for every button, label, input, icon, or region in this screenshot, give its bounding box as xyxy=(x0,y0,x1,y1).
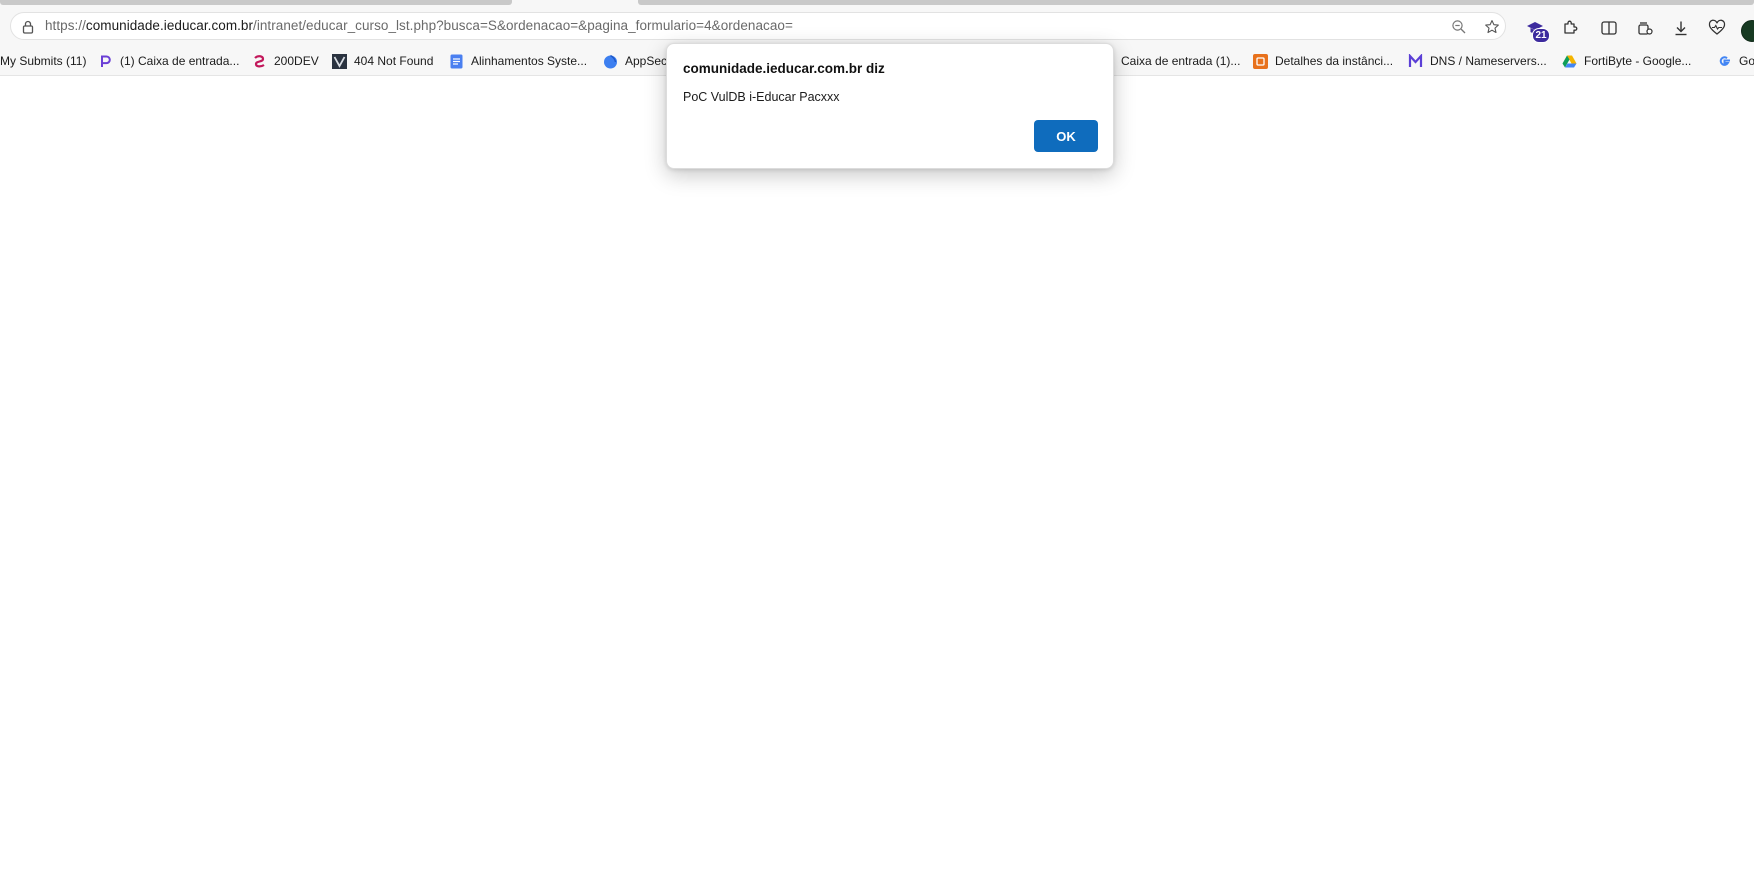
orange-square-icon xyxy=(1253,53,1268,69)
bookmark-label: Detalhes da instânci... xyxy=(1275,54,1394,68)
url-path: /intranet/educar_curso_lst.php?busca=S&o… xyxy=(253,18,793,33)
tab-inactive[interactable] xyxy=(638,0,1754,5)
appsec-drop-icon xyxy=(603,54,618,69)
bookmark-item[interactable]: FortiByte - Google... xyxy=(1562,46,1691,76)
profile-avatar[interactable] xyxy=(1741,20,1754,42)
bookmark-item[interactable]: My Submits (11) xyxy=(0,46,86,76)
google-g-icon xyxy=(1717,54,1732,69)
bookmark-item[interactable]: Goo xyxy=(1717,46,1754,76)
ok-button[interactable]: OK xyxy=(1034,120,1098,152)
bookmark-item[interactable]: Detalhes da instânci... xyxy=(1253,46,1393,76)
bookmark-label: Goo xyxy=(1739,54,1754,68)
200dev-logo-icon xyxy=(252,54,267,69)
bookmark-label: Alinhamentos Syste... xyxy=(471,54,588,68)
bookmark-item[interactable]: AppSec xyxy=(603,46,667,76)
bookmark-label: (1) Caixa de entrada... xyxy=(120,54,240,68)
bookmark-item[interactable]: Caixa de entrada (1)... xyxy=(1121,46,1240,76)
bookmark-label: DNS / Nameservers... xyxy=(1430,54,1547,68)
url-host: comunidade.ieducar.com.br xyxy=(85,18,254,33)
address-bar[interactable]: https://comunidade.ieducar.com.br/intran… xyxy=(10,12,1506,40)
bookmark-item[interactable]: (1) Caixa de entrada... xyxy=(98,46,239,76)
bookmark-label: FortiByte - Google... xyxy=(1584,54,1692,68)
bookmark-item[interactable]: Alinhamentos Syste... xyxy=(449,46,587,76)
alert-dialog: comunidade.ieducar.com.br diz PoC VulDB … xyxy=(666,43,1114,169)
site-info-lock-icon[interactable] xyxy=(20,19,36,35)
bookmark-label: 200DEV xyxy=(274,54,319,68)
dialog-title: comunidade.ieducar.com.br diz xyxy=(683,61,885,76)
bookmark-item[interactable]: DNS / Nameservers... xyxy=(1408,46,1547,76)
split-screen-icon[interactable] xyxy=(1600,19,1618,37)
extension-badge: 21 xyxy=(1532,28,1550,43)
url-text[interactable]: https://comunidade.ieducar.com.br/intran… xyxy=(45,18,793,34)
v-logo-icon xyxy=(332,53,347,69)
downloads-icon[interactable] xyxy=(1672,19,1690,37)
collections-icon[interactable] xyxy=(1636,19,1654,37)
bookmark-item[interactable]: 404 Not Found xyxy=(332,46,433,76)
extensions-puzzle-icon[interactable] xyxy=(1561,19,1579,37)
bookmark-label: AppSec xyxy=(625,54,668,68)
google-drive-icon xyxy=(1562,54,1577,69)
tab-inactive[interactable] xyxy=(0,0,512,5)
browser-essentials-heart-icon[interactable] xyxy=(1708,19,1726,37)
dns-logo-icon xyxy=(1408,53,1423,69)
zoom-out-icon[interactable] xyxy=(1451,19,1467,35)
bookmark-label: Caixa de entrada (1)... xyxy=(1121,54,1241,68)
bookmark-label: 404 Not Found xyxy=(354,54,434,68)
bookmark-item[interactable]: 200DEV xyxy=(252,46,319,76)
favorite-star-icon[interactable] xyxy=(1484,19,1500,35)
bookmark-label: My Submits (11) xyxy=(0,54,87,68)
p-logo-icon xyxy=(98,54,113,69)
browser-toolbar: https://comunidade.ieducar.com.br/intran… xyxy=(0,6,1754,46)
docs-icon xyxy=(449,54,464,69)
dialog-message: PoC VulDB i-Educar Pacxxx xyxy=(683,90,840,104)
url-scheme: https:// xyxy=(45,18,86,33)
